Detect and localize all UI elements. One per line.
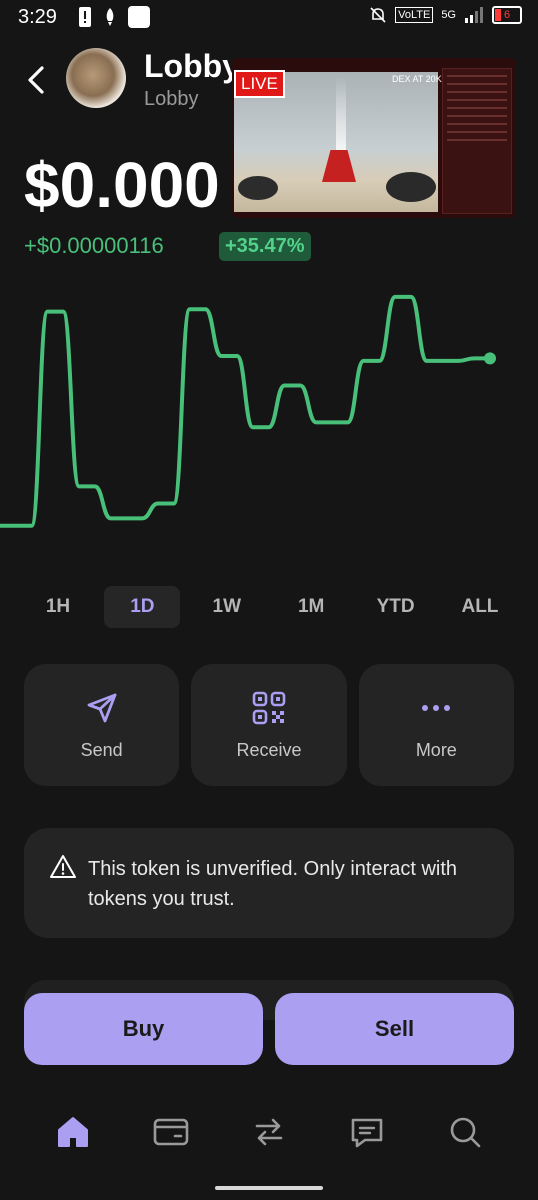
- current-price-dot: [484, 352, 496, 365]
- more-label: More: [415, 740, 457, 760]
- timeframe-1w[interactable]: 1W: [189, 586, 265, 628]
- timeframe-1h[interactable]: 1H: [20, 586, 96, 628]
- token-price: $0.000: [24, 149, 220, 221]
- timeframe-1m[interactable]: 1M: [273, 586, 349, 628]
- app-notification-icon: [128, 6, 150, 28]
- timeframe-1d[interactable]: 1D: [104, 586, 181, 628]
- search-icon[interactable]: [445, 1112, 485, 1152]
- status-bar: 3:29 VoLTE 5G 6: [0, 0, 538, 40]
- network-indicator: 5G: [441, 9, 456, 21]
- volte-indicator: VoLTE: [395, 7, 434, 23]
- price-chart[interactable]: [0, 280, 538, 550]
- notification-icons: [78, 6, 150, 28]
- live-badge: LIVE: [234, 70, 285, 98]
- send-plane-icon: [87, 693, 117, 723]
- chat-icon[interactable]: [347, 1112, 387, 1152]
- rock: [386, 172, 436, 202]
- wallet-card-icon[interactable]: [151, 1112, 191, 1152]
- rocket-icon: [106, 8, 114, 26]
- send-button[interactable]: Send: [24, 664, 180, 786]
- home-icon[interactable]: [53, 1112, 93, 1152]
- more-button[interactable]: More: [358, 664, 514, 786]
- swap-icon[interactable]: [249, 1112, 289, 1152]
- warning-triangle-icon: [50, 855, 76, 878]
- battery-icon: 6: [492, 6, 522, 24]
- receive-label: Receive: [236, 740, 302, 760]
- timeframe-selector: 1H 1D 1W 1M YTD ALL: [20, 586, 518, 628]
- action-buttons: Send Receive More: [24, 664, 514, 786]
- price-change: +$0.00000116: [24, 233, 164, 258]
- battery-level: 6: [503, 9, 511, 21]
- more-dots-icon: [422, 705, 451, 711]
- sell-button[interactable]: Sell: [275, 993, 514, 1065]
- mute-bell-icon: [370, 7, 386, 23]
- back-chevron-icon[interactable]: [22, 62, 52, 98]
- buy-button[interactable]: Buy: [24, 993, 263, 1065]
- signal-icon: [465, 7, 483, 23]
- warning-text: This token is unverified. Only interact …: [88, 858, 458, 910]
- stream-chat-panel: [442, 68, 512, 214]
- timeframe-ytd[interactable]: YTD: [358, 586, 434, 628]
- home-indicator: [215, 1186, 323, 1190]
- timeframe-all[interactable]: ALL: [442, 586, 518, 628]
- live-stream-overlay[interactable]: LIVE DEX AT 20K: [232, 58, 516, 218]
- system-icons: VoLTE 5G 6: [369, 6, 522, 24]
- status-time: 3:29: [18, 6, 57, 28]
- token-name: Lobby: [144, 48, 240, 84]
- price-change-percent-badge: +35.47%: [219, 232, 311, 261]
- alert-icon: [79, 7, 91, 27]
- volcano-ornament: [322, 150, 356, 182]
- bottom-navigation: [0, 1094, 538, 1170]
- send-label: Send: [80, 740, 123, 760]
- unverified-token-warning: This token is unverified. Only interact …: [24, 828, 514, 938]
- qr-code-icon: [252, 691, 286, 725]
- dex-caption: DEX AT 20K: [392, 74, 442, 84]
- bubbles: [336, 76, 346, 152]
- price-line: [0, 294, 490, 528]
- rock: [238, 176, 278, 200]
- receive-button[interactable]: Receive: [191, 664, 347, 786]
- token-subtitle: Lobby: [144, 88, 199, 110]
- token-avatar: [66, 48, 126, 108]
